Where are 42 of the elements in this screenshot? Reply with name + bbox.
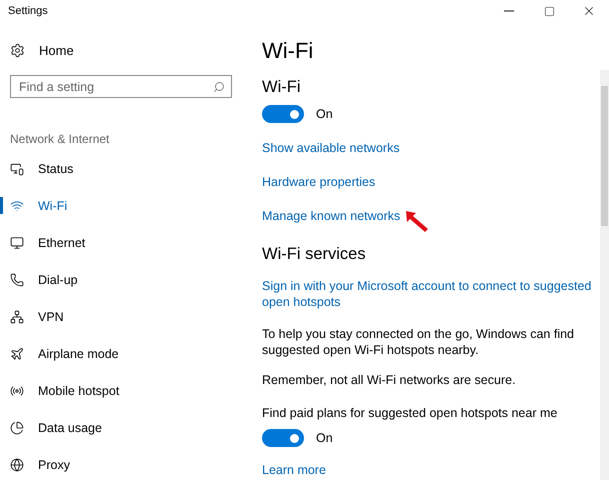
- home-link[interactable]: Home: [0, 40, 84, 61]
- nav-item[interactable]: Data usage: [0, 409, 238, 446]
- antenna-icon: [10, 384, 24, 398]
- status-icon: [10, 162, 24, 176]
- toggle-switch[interactable]: [262, 105, 304, 123]
- search-field[interactable]: Find a setting: [10, 75, 232, 98]
- nav-item[interactable]: Dial-up: [0, 261, 238, 298]
- search-icon[interactable]: [213, 81, 225, 93]
- nav-item[interactable]: Proxy: [0, 446, 238, 480]
- section-heading: Wi-Fi services: [262, 245, 366, 264]
- nav-item[interactable]: Status: [0, 150, 238, 187]
- warning-text: Remember, not all Wi-Fi networks are secure.: [262, 372, 516, 388]
- sign-in-link[interactable]: Sign in with your Microsoft account to connect to suggested open hotspots: [262, 278, 598, 310]
- nav-item[interactable]: Airplane mode: [0, 335, 238, 372]
- monitor-icon: [10, 236, 24, 250]
- learn-more-link[interactable]: Learn more: [262, 463, 326, 477]
- airplane-icon: [10, 346, 24, 360]
- nav-item[interactable]: Mobile hotspot: [0, 372, 238, 409]
- maximize-icon: [544, 6, 554, 16]
- link[interactable]: Hardware properties: [262, 175, 376, 189]
- link[interactable]: Show available networks: [262, 141, 400, 155]
- scrollbar[interactable]: [600, 70, 609, 480]
- toggle-label: On: [316, 431, 333, 445]
- window-title: Settings: [8, 5, 48, 17]
- section-heading: Wi-Fi: [262, 78, 300, 97]
- page-title: Wi-Fi: [262, 38, 314, 64]
- arrow-icon: [404, 209, 430, 233]
- minimize-icon: [504, 10, 514, 12]
- nav-item[interactable]: Ethernet: [0, 224, 238, 261]
- link[interactable]: Manage known networks: [262, 209, 400, 223]
- toggle-switch[interactable]: [262, 429, 304, 447]
- nav-item[interactable]: VPN: [0, 298, 238, 335]
- paid-plans-label: Find paid plans for suggested open hotspots near me: [262, 405, 558, 421]
- network-icon: [10, 310, 24, 324]
- globe-icon: [10, 458, 24, 472]
- description-text: To help you stay connected on the go, Windows can find suggested open Wi-Fi hotspots nearby.: [262, 326, 575, 358]
- phone-icon: [10, 272, 24, 286]
- pie-chart-icon: [10, 420, 24, 434]
- nav-item[interactable]: Wi-Fi: [0, 187, 238, 224]
- settings-icon: [10, 43, 25, 58]
- section-heading: Network & Internet: [10, 132, 110, 146]
- toggle-label: On: [316, 107, 333, 121]
